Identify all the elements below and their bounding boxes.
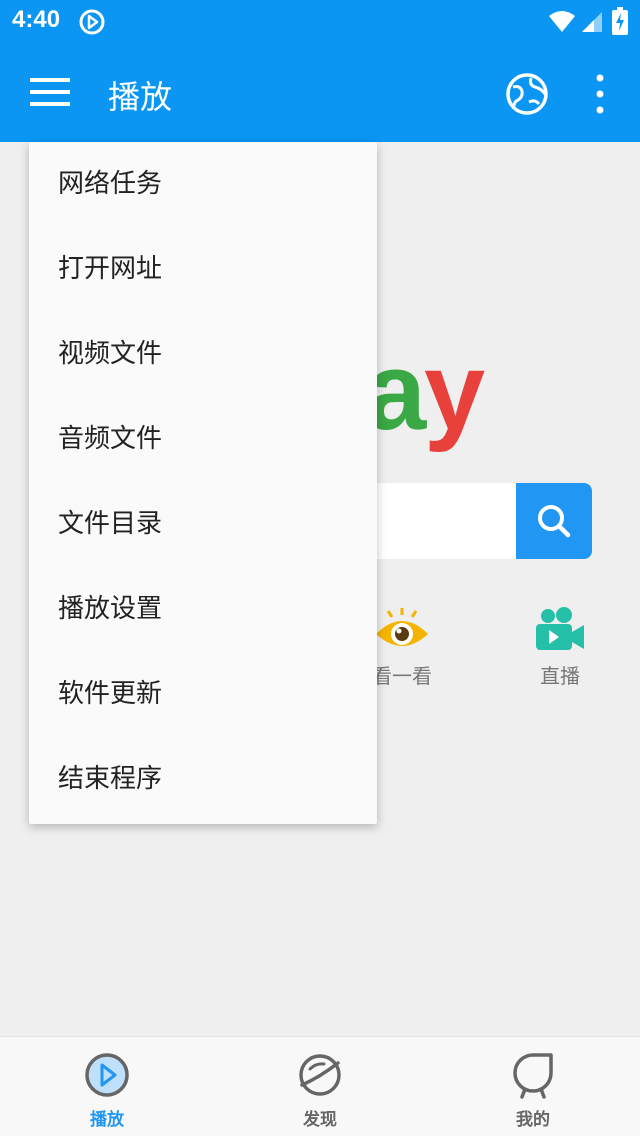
signal-icon <box>582 12 602 32</box>
menu-item-software-update[interactable]: 软件更新 <box>29 652 377 737</box>
nav-label: 发现 <box>303 1110 337 1130</box>
menu-item-audio-files[interactable]: 音频文件 <box>29 397 377 482</box>
overflow-dropdown-menu: 网络任务 打开网址 视频文件 音频文件 文件目录 播放设置 软件更新 结束程序 <box>29 142 377 824</box>
search-input[interactable] <box>360 483 518 559</box>
more-vertical-icon[interactable] <box>588 72 612 116</box>
status-bar: 4:40 <box>0 0 640 44</box>
hamburger-menu-icon[interactable] <box>30 77 70 107</box>
app-bar: 播放 <box>0 44 640 142</box>
status-time: 4:40 <box>12 6 61 33</box>
nav-item-play[interactable]: 播放 <box>47 1037 167 1136</box>
logo-letter-y: y <box>424 330 486 453</box>
menu-item-network-tasks[interactable]: 网络任务 <box>29 142 377 227</box>
wifi-icon <box>549 11 575 32</box>
menu-item-open-url[interactable]: 打开网址 <box>29 227 377 312</box>
nav-label: 播放 <box>90 1110 124 1130</box>
eye-icon <box>376 608 428 646</box>
bottom-navigation: 播放 发现 我的 <box>0 1036 640 1136</box>
menu-item-video-files[interactable]: 视频文件 <box>29 312 377 397</box>
battery-charging-icon <box>612 7 628 35</box>
nav-label: 我的 <box>516 1110 550 1130</box>
menu-item-file-directory[interactable]: 文件目录 <box>29 482 377 567</box>
nav-item-discover[interactable]: 发现 <box>260 1037 380 1136</box>
search-icon <box>538 505 571 538</box>
video-camera-icon <box>536 607 584 650</box>
nav-item-profile[interactable]: 我的 <box>473 1037 593 1136</box>
page-title: 播放 <box>108 78 173 116</box>
profile-icon <box>513 1053 553 1099</box>
menu-item-playback-settings[interactable]: 播放设置 <box>29 567 377 652</box>
play-notification-icon <box>79 9 105 35</box>
quick-link-label: 直播 <box>540 664 580 688</box>
play-circle-icon <box>85 1053 129 1097</box>
planet-icon <box>299 1054 341 1096</box>
globe-icon[interactable] <box>505 72 549 116</box>
search-button[interactable] <box>516 483 592 559</box>
menu-item-exit-program[interactable]: 结束程序 <box>29 737 377 822</box>
quick-link-live[interactable]: 直播 <box>520 604 600 688</box>
